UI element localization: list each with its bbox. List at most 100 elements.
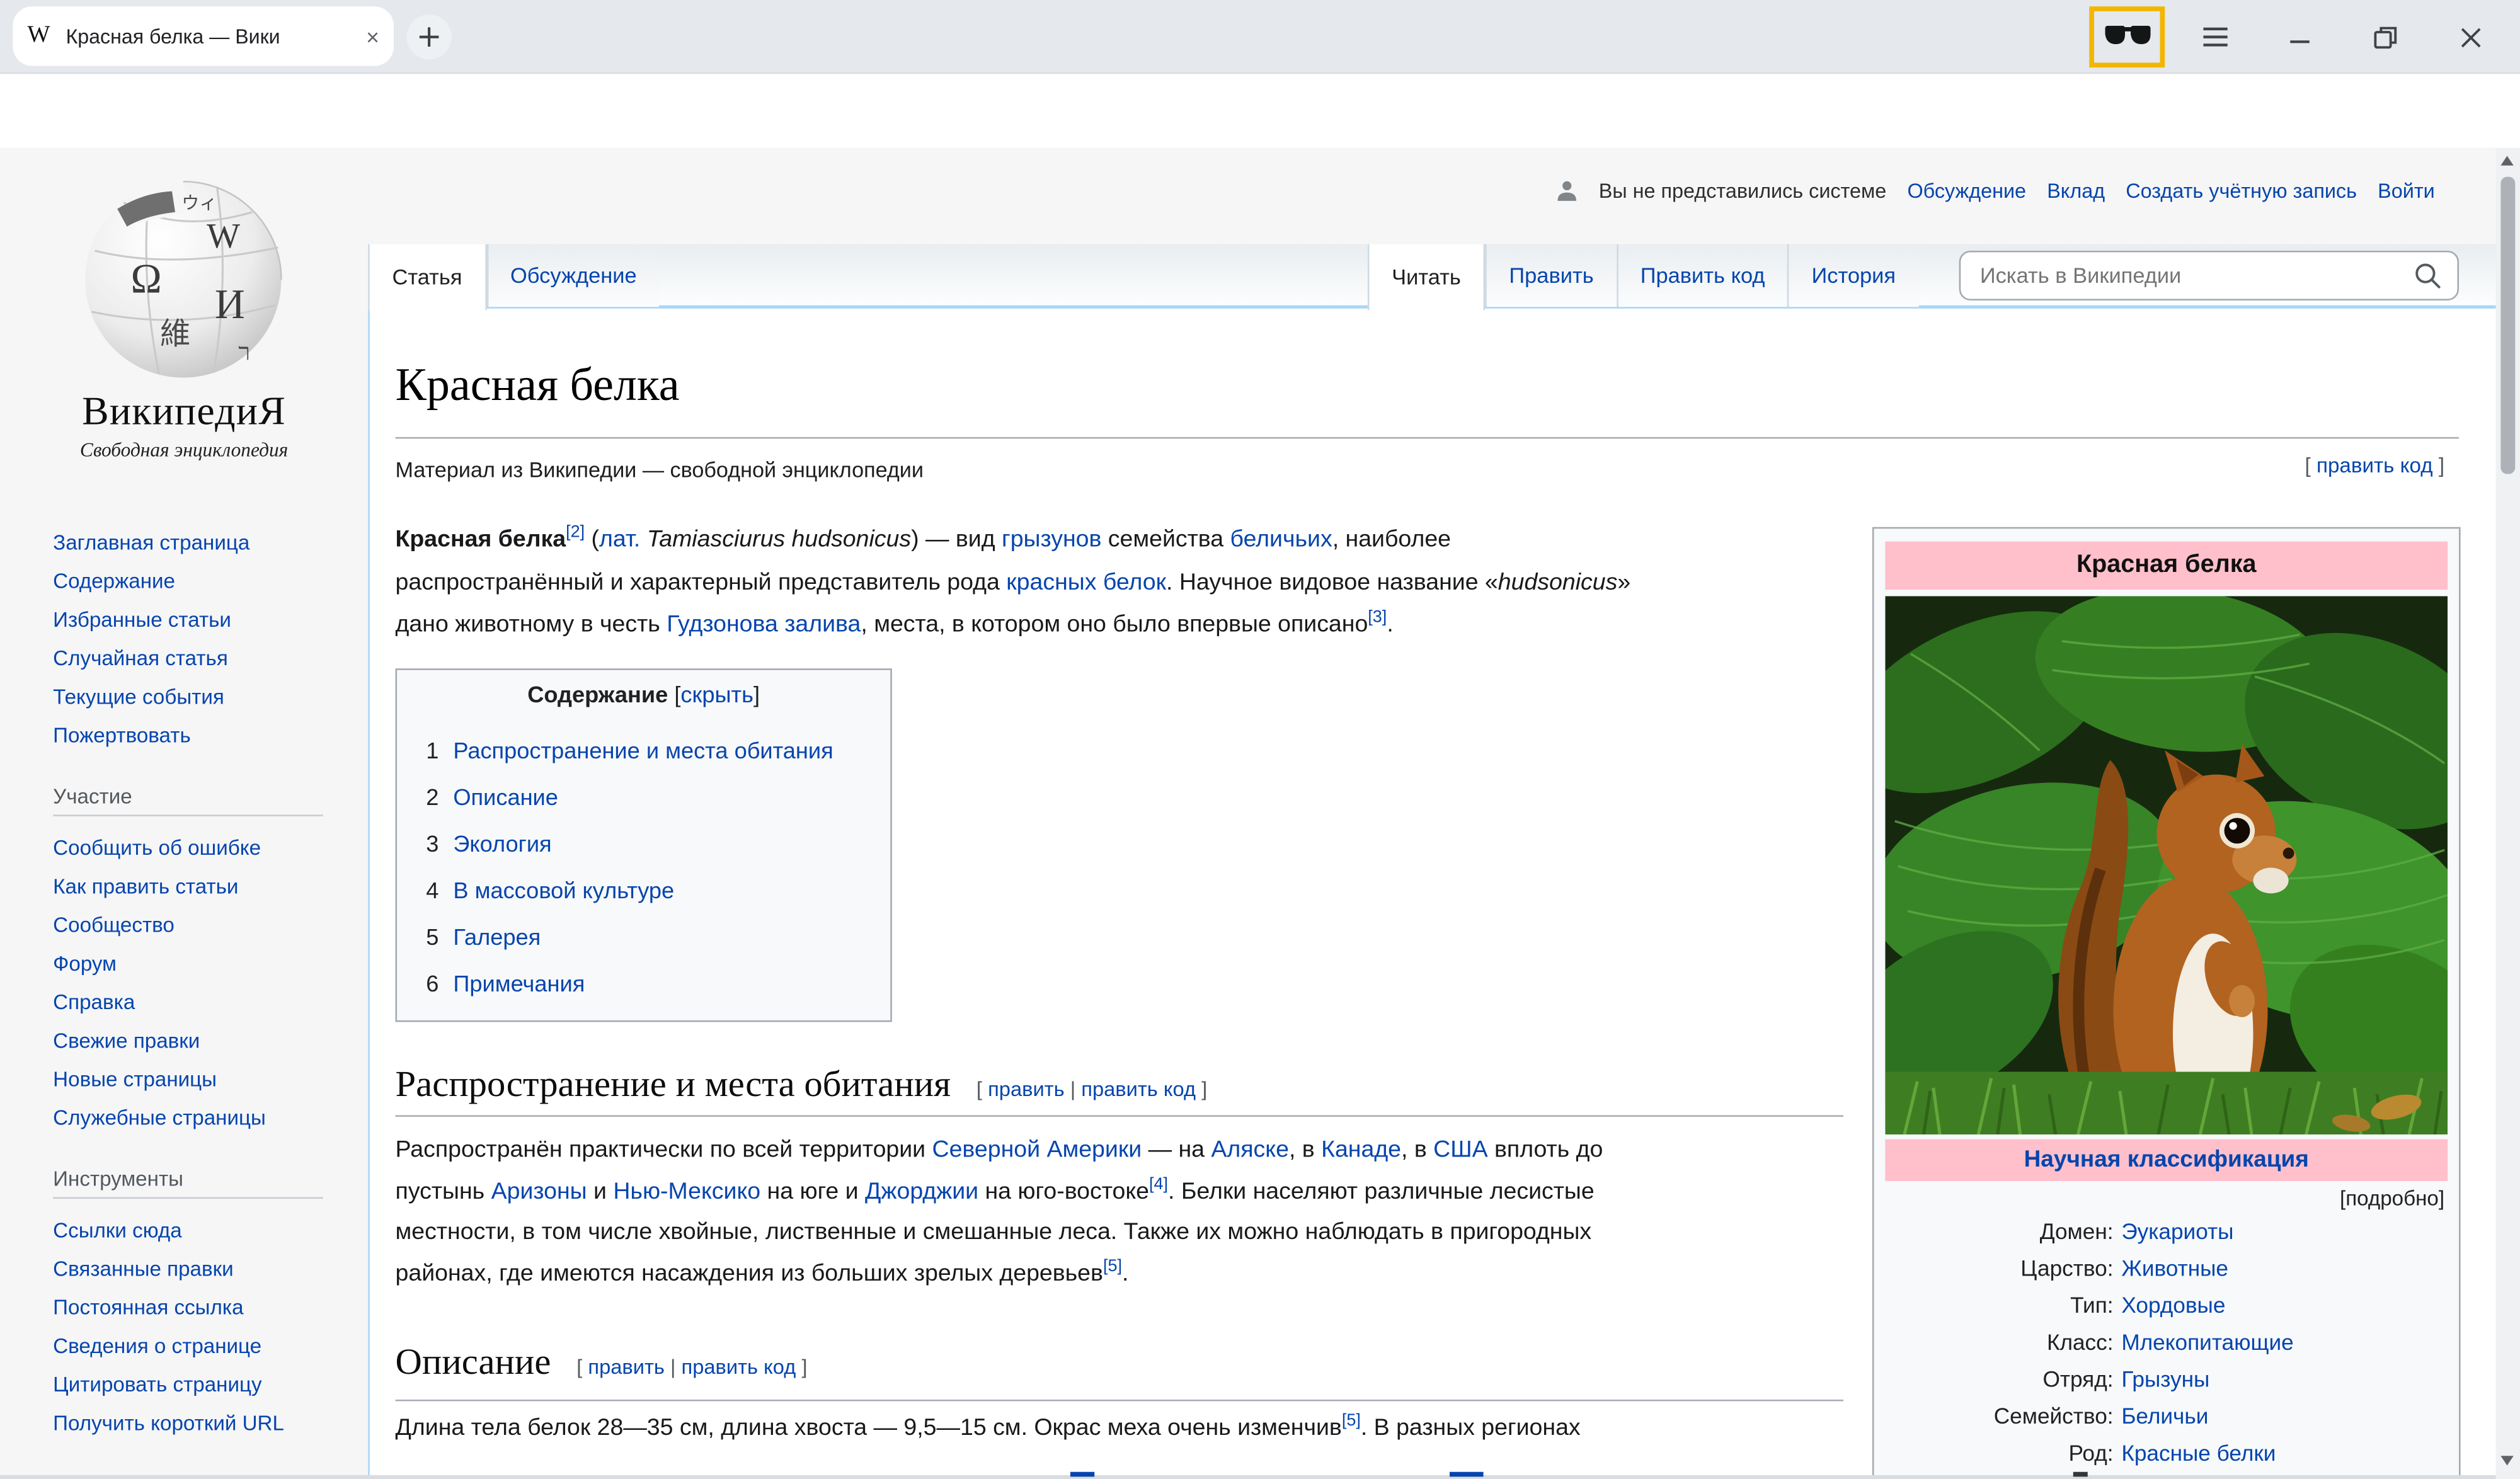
plus-icon <box>418 26 440 49</box>
inline-link[interactable]: Аляске <box>1211 1138 1289 1163</box>
close-button[interactable] <box>2451 20 2489 55</box>
top-edit-link[interactable]: [ править код ] <box>2305 453 2445 477</box>
inline-link[interactable]: [3] <box>1368 608 1387 627</box>
inline-link[interactable]: скрыть <box>680 683 753 709</box>
inline-text: , наиболее <box>1332 527 1451 553</box>
toc-link[interactable]: В массовой культуре <box>453 878 674 904</box>
personal-link[interactable]: Войти <box>2378 180 2435 203</box>
inline-link[interactable]: Джорджии <box>865 1179 978 1204</box>
inline-text: на юго-востоке <box>978 1179 1149 1204</box>
taxobox-classification-header[interactable]: Научная классификация <box>1885 1139 2448 1181</box>
sidebar-link[interactable]: Случайная статья <box>53 639 358 678</box>
sidebar-link[interactable]: Новые страницы <box>53 1061 358 1099</box>
incognito-highlight-box[interactable] <box>2089 6 2165 67</box>
inline-link[interactable]: Канаде <box>1321 1138 1401 1163</box>
taxobox-row-value[interactable]: Хордовые <box>2121 1294 2225 1318</box>
intro-line: Красная белка[2] (лат. Tamiasciurus huds… <box>396 527 1451 553</box>
taxobox-row-value[interactable]: Красные белки <box>2121 1441 2276 1465</box>
inline-link[interactable]: беличьих <box>1230 527 1332 553</box>
sidebar-link[interactable]: Сообщить об ошибке <box>53 829 358 867</box>
sidebar-link[interactable]: Избранные статьи <box>53 601 358 639</box>
sidebar-link[interactable]: Как править статьи <box>53 868 358 906</box>
toc-number: 6 <box>420 971 439 997</box>
inline-link[interactable]: [5] <box>1103 1256 1122 1276</box>
wiki-tab[interactable]: Статья <box>368 244 486 309</box>
inline-link[interactable]: [4] <box>1149 1174 1168 1194</box>
browser-menu-button[interactable] <box>2196 20 2234 55</box>
wiki-tab[interactable]: Править код <box>1616 244 1787 307</box>
inline-link[interactable]: [5] <box>1342 1411 1361 1430</box>
toc-link[interactable]: Галерея <box>453 925 541 951</box>
inline-link[interactable]: Аризоны <box>491 1179 587 1204</box>
toc-link[interactable]: Распространение и места обитания <box>453 738 833 764</box>
section-edit-links[interactable]: [ править | править код ] <box>976 1076 1207 1100</box>
minimize-button[interactable] <box>2281 20 2319 55</box>
inline-link[interactable]: Северной Америки <box>932 1138 1142 1163</box>
personal-link[interactable]: Вклад <box>2047 180 2105 203</box>
inline-text: [ <box>576 1354 588 1378</box>
toc-link[interactable]: Примечания <box>453 971 585 997</box>
inline-link[interactable]: красных белок <box>1006 569 1166 595</box>
search-icon[interactable] <box>2414 262 2441 289</box>
personal-link[interactable]: Обсуждение <box>1907 180 2026 203</box>
inline-link[interactable]: править код <box>682 1354 796 1378</box>
tab-close-icon[interactable]: × <box>366 23 379 49</box>
wiki-search-input[interactable] <box>1961 263 2414 287</box>
sidebar-link[interactable]: Сообщество <box>53 906 358 945</box>
wikipedia-logo[interactable]: W Ω И 維 ウィ ר ВикипедиЯ Свободная энцикло… <box>0 170 368 462</box>
sidebar-link[interactable]: Служебные страницы <box>53 1099 358 1138</box>
taxobox-row-value[interactable]: Эукариоты <box>2121 1219 2233 1243</box>
toc-link[interactable]: Экология <box>453 831 551 857</box>
sidebar-link[interactable]: Пожертвовать <box>53 717 358 755</box>
wiki-tab[interactable]: История <box>1787 244 1918 307</box>
inline-link[interactable]: [2] <box>566 522 585 542</box>
restore-icon <box>2373 25 2397 49</box>
sidebar-link[interactable]: Форум <box>53 945 358 983</box>
personal-link[interactable]: Создать учётную запись <box>2126 180 2357 203</box>
inline-link[interactable]: Нью-Мексико <box>613 1179 760 1204</box>
wiki-tab[interactable]: Править <box>1485 244 1616 307</box>
sidebar-link[interactable]: Свежие правки <box>53 1022 358 1060</box>
browser-window: W Красная белка — Вики × <box>0 0 2520 1479</box>
browser-tab[interactable]: W Красная белка — Вики × <box>13 6 394 66</box>
toc-link[interactable]: Описание <box>453 785 558 811</box>
wiki-tab[interactable]: Обсуждение <box>486 244 660 307</box>
taxobox-row-value[interactable]: Грызуны <box>2121 1368 2209 1391</box>
sidebar-link[interactable]: Справка <box>53 983 358 1022</box>
inline-text: . Белки населяют различные лесистые <box>1168 1179 1595 1204</box>
sidebar-link[interactable]: Заглавная страница <box>53 524 358 562</box>
sidebar-link[interactable]: Текущие события <box>53 678 358 717</box>
inline-link[interactable]: править код <box>2317 453 2433 477</box>
sidebar-link[interactable]: Связанные правки <box>53 1250 310 1289</box>
inline-link[interactable]: править <box>588 1354 665 1378</box>
sidebar-link[interactable]: Цитировать страницу <box>53 1366 310 1404</box>
inline-link[interactable]: США <box>1433 1138 1487 1163</box>
inline-text: районах, где имеются насаждения из больш… <box>396 1260 1103 1286</box>
inline-link[interactable]: править <box>988 1076 1065 1100</box>
page-scrollbar[interactable] <box>2496 148 2520 1479</box>
inline-link[interactable]: Гудзонова залива <box>667 612 861 638</box>
inline-link[interactable]: грызунов <box>1002 527 1101 553</box>
taxobox-row-value[interactable]: Беличьи <box>2121 1405 2208 1429</box>
classification-link[interactable]: Научная классификация <box>2024 1147 2309 1173</box>
taxobox-row-value[interactable]: Животные <box>2121 1257 2228 1281</box>
toc-hide-link[interactable]: [скрыть] <box>674 683 760 709</box>
sidebar-link[interactable]: Ссылки сюда <box>53 1211 310 1250</box>
wiki-tab[interactable]: Читать <box>1368 244 1485 309</box>
toc-number: 1 <box>420 738 439 764</box>
inline-link[interactable]: править код <box>1081 1076 1196 1100</box>
scrollbar-thumb[interactable] <box>2500 177 2515 474</box>
inline-link[interactable]: лат. <box>599 527 640 553</box>
sidebar-link[interactable]: Сведения о странице <box>53 1327 310 1366</box>
scroll-up-arrow[interactable] <box>2500 156 2513 165</box>
sidebar-link[interactable]: Получить короткий URL <box>53 1405 310 1443</box>
new-tab-button[interactable] <box>406 14 451 59</box>
taxobox-row-value[interactable]: Млекопитающие <box>2121 1330 2293 1354</box>
scroll-down-arrow[interactable] <box>2500 1456 2513 1465</box>
restore-button[interactable] <box>2366 20 2404 55</box>
sidebar-link[interactable]: Содержание <box>53 562 358 601</box>
squirrel-photo[interactable] <box>1885 596 2448 1134</box>
sidebar-link[interactable]: Постоянная ссылка <box>53 1289 310 1327</box>
taxobox-detail-link[interactable]: [подробно] <box>2340 1186 2444 1210</box>
section-edit-links[interactable]: [ править | править код ] <box>576 1354 807 1378</box>
